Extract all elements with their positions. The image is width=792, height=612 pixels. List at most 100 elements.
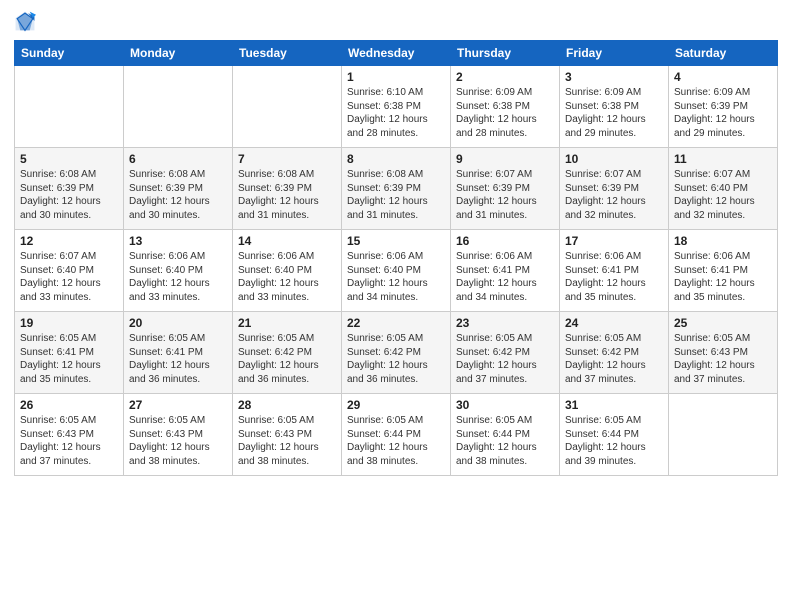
day-number: 20 bbox=[129, 316, 227, 330]
calendar-cell: 12 Sunrise: 6:07 AMSunset: 6:40 PMDayligh… bbox=[15, 230, 124, 312]
day-info: Sunrise: 6:06 AMSunset: 6:41 PMDaylight:… bbox=[456, 250, 554, 304]
day-number: 29 bbox=[347, 398, 445, 412]
day-info: Sunrise: 6:08 AMSunset: 6:39 PMDaylight:… bbox=[20, 168, 118, 222]
calendar-cell: 20 Sunrise: 6:05 AMSunset: 6:41 PMDayligh… bbox=[124, 312, 233, 394]
calendar-cell bbox=[669, 394, 778, 476]
calendar-cell: 18Sunrise: 6:06 AMSunset: 6:41 PMDayligh… bbox=[669, 230, 778, 312]
calendar-cell: 24 Sunrise: 6:05 AMSunset: 6:42 PMDayligh… bbox=[560, 312, 669, 394]
day-number: 19 bbox=[20, 316, 118, 330]
day-number: 27 bbox=[129, 398, 227, 412]
calendar-cell: 8 Sunrise: 6:08 AMSunset: 6:39 PMDaylight… bbox=[342, 148, 451, 230]
weekday-header-friday: Friday bbox=[560, 41, 669, 66]
calendar-cell: 17Sunrise: 6:06 AMSunset: 6:41 PMDayligh… bbox=[560, 230, 669, 312]
calendar-cell: 7Sunrise: 6:08 AMSunset: 6:39 PMDaylight… bbox=[233, 148, 342, 230]
day-info: Sunrise: 6:05 AMSunset: 6:42 PMDaylight:… bbox=[456, 332, 554, 386]
calendar-cell bbox=[233, 66, 342, 148]
calendar-cell: 19 Sunrise: 6:05 AMSunset: 6:41 PMDayligh… bbox=[15, 312, 124, 394]
calendar-cell: 29 Sunrise: 6:05 AMSunset: 6:44 PMDayligh… bbox=[342, 394, 451, 476]
day-info: Sunrise: 6:05 AMSunset: 6:43 PMDaylight:… bbox=[20, 414, 118, 468]
day-number: 5 bbox=[20, 152, 118, 166]
day-info: Sunrise: 6:05 AMSunset: 6:41 PMDaylight:… bbox=[129, 332, 227, 386]
logo bbox=[14, 10, 40, 32]
day-number: 14 bbox=[238, 234, 336, 248]
calendar-cell: 21 Sunrise: 6:05 AMSunset: 6:42 PMDayligh… bbox=[233, 312, 342, 394]
day-info: Sunrise: 6:05 AMSunset: 6:43 PMDaylight:… bbox=[674, 332, 772, 386]
day-info: Sunrise: 6:06 AMSunset: 6:40 PMDaylight:… bbox=[238, 250, 336, 304]
calendar-cell: 26 Sunrise: 6:05 AMSunset: 6:43 PMDayligh… bbox=[15, 394, 124, 476]
day-number: 25 bbox=[674, 316, 772, 330]
day-info: Sunrise: 6:08 AMSunset: 6:39 PMDaylight:… bbox=[347, 168, 445, 222]
weekday-header-saturday: Saturday bbox=[669, 41, 778, 66]
day-info: Sunrise: 6:05 AMSunset: 6:41 PMDaylight:… bbox=[20, 332, 118, 386]
calendar-cell: 1Sunrise: 6:10 AMSunset: 6:38 PMDaylight… bbox=[342, 66, 451, 148]
day-info: Sunrise: 6:06 AMSunset: 6:40 PMDaylight:… bbox=[129, 250, 227, 304]
day-info: Sunrise: 6:05 AMSunset: 6:42 PMDaylight:… bbox=[238, 332, 336, 386]
weekday-header-row: SundayMondayTuesdayWednesdayThursdayFrid… bbox=[15, 41, 778, 66]
calendar-cell: 27 Sunrise: 6:05 AMSunset: 6:43 PMDayligh… bbox=[124, 394, 233, 476]
calendar-cell: 11Sunrise: 6:07 AMSunset: 6:40 PMDayligh… bbox=[669, 148, 778, 230]
calendar-cell: 30Sunrise: 6:05 AMSunset: 6:44 PMDayligh… bbox=[451, 394, 560, 476]
day-info: Sunrise: 6:05 AMSunset: 6:44 PMDaylight:… bbox=[456, 414, 554, 468]
page: SundayMondayTuesdayWednesdayThursdayFrid… bbox=[0, 0, 792, 612]
calendar-cell: 31 Sunrise: 6:05 AMSunset: 6:44 PMDayligh… bbox=[560, 394, 669, 476]
day-number: 7 bbox=[238, 152, 336, 166]
day-number: 2 bbox=[456, 70, 554, 84]
calendar-cell bbox=[124, 66, 233, 148]
calendar-cell: 28Sunrise: 6:05 AMSunset: 6:43 PMDayligh… bbox=[233, 394, 342, 476]
weekday-header-wednesday: Wednesday bbox=[342, 41, 451, 66]
week-row-4: 19 Sunrise: 6:05 AMSunset: 6:41 PMDayligh… bbox=[15, 312, 778, 394]
calendar: SundayMondayTuesdayWednesdayThursdayFrid… bbox=[14, 40, 778, 476]
day-number: 13 bbox=[129, 234, 227, 248]
weekday-header-thursday: Thursday bbox=[451, 41, 560, 66]
day-number: 3 bbox=[565, 70, 663, 84]
day-info: Sunrise: 6:09 AMSunset: 6:39 PMDaylight:… bbox=[674, 86, 772, 140]
calendar-cell: 22 Sunrise: 6:05 AMSunset: 6:42 PMDayligh… bbox=[342, 312, 451, 394]
calendar-cell: 5 Sunrise: 6:08 AMSunset: 6:39 PMDaylight… bbox=[15, 148, 124, 230]
calendar-cell: 3 Sunrise: 6:09 AMSunset: 6:38 PMDaylight… bbox=[560, 66, 669, 148]
day-info: Sunrise: 6:07 AMSunset: 6:40 PMDaylight:… bbox=[20, 250, 118, 304]
weekday-header-tuesday: Tuesday bbox=[233, 41, 342, 66]
day-info: Sunrise: 6:09 AMSunset: 6:38 PMDaylight:… bbox=[565, 86, 663, 140]
day-number: 12 bbox=[20, 234, 118, 248]
day-number: 24 bbox=[565, 316, 663, 330]
day-info: Sunrise: 6:05 AMSunset: 6:43 PMDaylight:… bbox=[238, 414, 336, 468]
calendar-cell: 15 Sunrise: 6:06 AMSunset: 6:40 PMDayligh… bbox=[342, 230, 451, 312]
day-number: 6 bbox=[129, 152, 227, 166]
day-info: Sunrise: 6:09 AMSunset: 6:38 PMDaylight:… bbox=[456, 86, 554, 140]
calendar-cell: 25 Sunrise: 6:05 AMSunset: 6:43 PMDayligh… bbox=[669, 312, 778, 394]
day-number: 26 bbox=[20, 398, 118, 412]
day-number: 10 bbox=[565, 152, 663, 166]
calendar-cell: 23 Sunrise: 6:05 AMSunset: 6:42 PMDayligh… bbox=[451, 312, 560, 394]
day-number: 17 bbox=[565, 234, 663, 248]
day-number: 23 bbox=[456, 316, 554, 330]
day-info: Sunrise: 6:05 AMSunset: 6:44 PMDaylight:… bbox=[565, 414, 663, 468]
day-info: Sunrise: 6:05 AMSunset: 6:43 PMDaylight:… bbox=[129, 414, 227, 468]
day-info: Sunrise: 6:05 AMSunset: 6:44 PMDaylight:… bbox=[347, 414, 445, 468]
logo-icon bbox=[14, 10, 36, 32]
calendar-cell: 2 Sunrise: 6:09 AMSunset: 6:38 PMDaylight… bbox=[451, 66, 560, 148]
day-number: 31 bbox=[565, 398, 663, 412]
day-info: Sunrise: 6:06 AMSunset: 6:41 PMDaylight:… bbox=[674, 250, 772, 304]
day-number: 1 bbox=[347, 70, 445, 84]
week-row-1: 1Sunrise: 6:10 AMSunset: 6:38 PMDaylight… bbox=[15, 66, 778, 148]
weekday-header-sunday: Sunday bbox=[15, 41, 124, 66]
calendar-cell: 6 Sunrise: 6:08 AMSunset: 6:39 PMDaylight… bbox=[124, 148, 233, 230]
day-number: 22 bbox=[347, 316, 445, 330]
day-number: 8 bbox=[347, 152, 445, 166]
calendar-cell: 13 Sunrise: 6:06 AMSunset: 6:40 PMDayligh… bbox=[124, 230, 233, 312]
day-info: Sunrise: 6:05 AMSunset: 6:42 PMDaylight:… bbox=[347, 332, 445, 386]
day-info: Sunrise: 6:05 AMSunset: 6:42 PMDaylight:… bbox=[565, 332, 663, 386]
day-info: Sunrise: 6:08 AMSunset: 6:39 PMDaylight:… bbox=[129, 168, 227, 222]
day-number: 4 bbox=[674, 70, 772, 84]
calendar-cell: 10 Sunrise: 6:07 AMSunset: 6:39 PMDayligh… bbox=[560, 148, 669, 230]
day-number: 15 bbox=[347, 234, 445, 248]
day-number: 9 bbox=[456, 152, 554, 166]
day-number: 21 bbox=[238, 316, 336, 330]
day-info: Sunrise: 6:06 AMSunset: 6:40 PMDaylight:… bbox=[347, 250, 445, 304]
week-row-3: 12 Sunrise: 6:07 AMSunset: 6:40 PMDayligh… bbox=[15, 230, 778, 312]
day-info: Sunrise: 6:07 AMSunset: 6:39 PMDaylight:… bbox=[565, 168, 663, 222]
day-info: Sunrise: 6:07 AMSunset: 6:40 PMDaylight:… bbox=[674, 168, 772, 222]
calendar-cell: 4 Sunrise: 6:09 AMSunset: 6:39 PMDaylight… bbox=[669, 66, 778, 148]
week-row-5: 26 Sunrise: 6:05 AMSunset: 6:43 PMDayligh… bbox=[15, 394, 778, 476]
day-number: 16 bbox=[456, 234, 554, 248]
